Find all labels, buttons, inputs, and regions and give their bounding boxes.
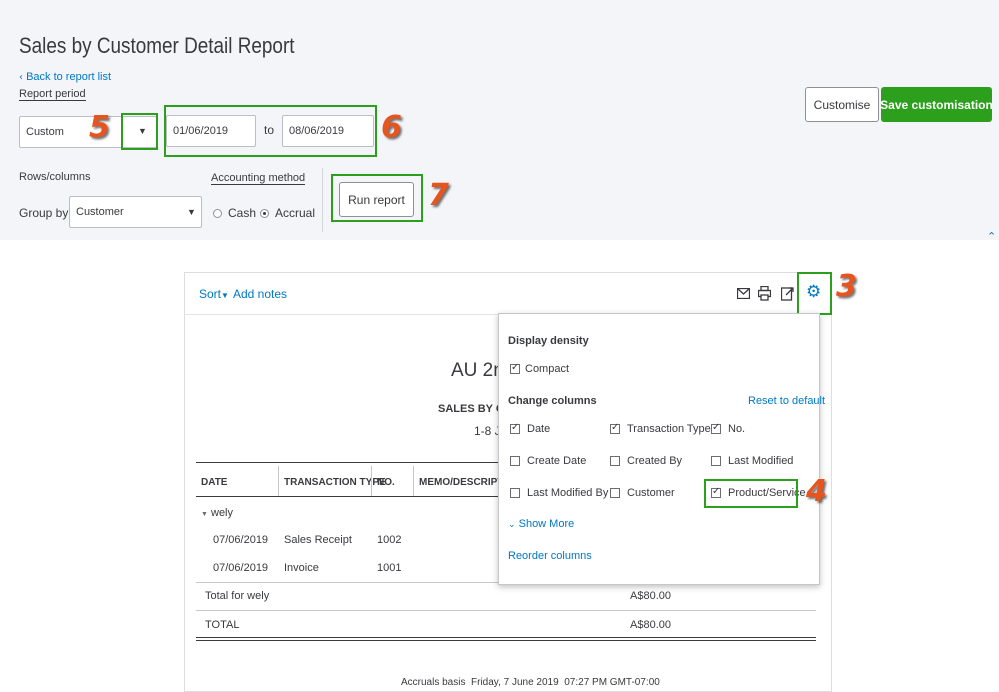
display-density-heading: Display density — [508, 335, 589, 347]
cell-date: 07/06/2019 — [213, 534, 269, 546]
total-group-amount[interactable]: A$80.00 — [630, 590, 671, 602]
highlight-date-range — [164, 105, 377, 157]
chevron-up-icon[interactable]: ⌃ — [987, 231, 996, 242]
step-5-marker: 5 — [89, 110, 110, 145]
transaction-type-column-label: Transaction Type — [627, 423, 711, 435]
page-title: Sales by Customer Detail Report — [19, 33, 295, 58]
group-name: wely — [211, 507, 234, 519]
date-column-label: Date — [527, 423, 551, 435]
back-to-report-list-link[interactable]: ‹ Back to report list — [19, 71, 111, 83]
divider — [322, 168, 323, 232]
highlight-period-dropdown — [121, 113, 158, 150]
accrual-radio[interactable] — [260, 209, 269, 218]
no-column-checkbox[interactable] — [711, 422, 721, 434]
customer-column-label: Customer — [627, 487, 675, 499]
settings-popup — [498, 313, 820, 585]
total-double-rule — [196, 637, 816, 638]
cell-no: 1001 — [377, 562, 402, 574]
step-6-marker: 6 — [381, 110, 402, 145]
step-4-marker: 4 — [806, 474, 827, 509]
cash-radio[interactable] — [213, 209, 222, 218]
date-column-checkbox[interactable] — [510, 422, 520, 434]
column-divider[interactable] — [278, 466, 279, 496]
column-header-no[interactable]: NO. — [377, 477, 395, 488]
cell-no: 1002 — [377, 534, 402, 546]
add-notes-link[interactable]: Add notes — [233, 287, 287, 301]
last-modified-column-checkbox[interactable] — [711, 456, 721, 466]
highlight-product-service — [704, 479, 798, 508]
caret-down-icon: ▼ — [187, 207, 196, 217]
cell-transaction-type[interactable]: Invoice — [284, 562, 319, 574]
column-divider[interactable] — [413, 466, 414, 496]
total-double-rule — [196, 640, 816, 641]
email-icon[interactable] — [737, 288, 750, 299]
chevron-left-icon: ‹ — [19, 72, 23, 83]
chevron-down-icon: ⌄ — [508, 519, 516, 529]
sort-label: Sort — [199, 287, 222, 301]
total-amount[interactable]: A$80.00 — [630, 619, 671, 631]
created-by-column-label: Created By — [627, 455, 683, 467]
accounting-method-label: Accounting method — [211, 172, 306, 185]
reorder-columns-link[interactable]: Reorder columns — [508, 550, 592, 562]
group-by-label: Group by — [19, 206, 69, 220]
compact-checkbox[interactable] — [510, 362, 520, 374]
step-7-marker: 7 — [428, 178, 449, 213]
step-3-marker: 3 — [836, 269, 857, 304]
report-period-value: Custom — [26, 126, 64, 138]
transaction-type-column-checkbox[interactable] — [610, 422, 620, 434]
report-footer: Accruals basis Friday, 7 June 2019 07:27… — [401, 677, 660, 688]
highlight-run-report — [331, 174, 423, 222]
create-date-column-label: Create Date — [527, 455, 587, 467]
customer-column-checkbox[interactable] — [610, 488, 620, 498]
cell-date: 07/06/2019 — [213, 562, 269, 574]
customise-button[interactable]: Customise — [805, 87, 879, 122]
show-more-label: Show More — [518, 518, 575, 530]
cash-label: Cash — [228, 206, 257, 220]
created-by-column-checkbox[interactable] — [610, 456, 620, 466]
divider — [184, 314, 498, 315]
compact-label: Compact — [525, 363, 570, 375]
cell-transaction-type[interactable]: Sales Receipt — [284, 534, 352, 546]
group-by-select[interactable]: Customer — [69, 196, 202, 228]
show-more-link[interactable]: ⌄ Show More — [508, 518, 574, 530]
reset-to-default-link[interactable]: Reset to default — [748, 395, 825, 407]
column-header-date[interactable]: DATE — [201, 477, 227, 488]
last-modified-column-label: Last Modified — [728, 455, 794, 467]
column-divider[interactable] — [371, 466, 372, 496]
last-modified-by-column-checkbox[interactable] — [510, 488, 520, 498]
export-icon[interactable] — [781, 286, 797, 301]
accrual-label: Accrual — [275, 206, 316, 220]
caret-down-icon: ▼ — [201, 511, 208, 518]
highlight-gear — [797, 272, 832, 315]
report-period-label: Report period — [19, 88, 86, 101]
print-icon[interactable] — [758, 286, 771, 301]
no-column-label: No. — [728, 423, 746, 435]
caret-down-icon: ▼ — [221, 291, 229, 300]
group-row-toggle[interactable]: ▼ wely — [201, 507, 233, 519]
back-link-label: Back to report list — [26, 71, 112, 83]
table-header-rule — [196, 496, 498, 497]
last-modified-by-column-label: Last Modified By — [527, 487, 609, 499]
group-by-value: Customer — [76, 206, 124, 218]
save-customisation-button[interactable]: Save customisation — [880, 87, 993, 122]
total-label: TOTAL — [205, 619, 240, 631]
sort-dropdown[interactable]: Sort▼ — [199, 287, 229, 301]
rows-columns-label: Rows/columns — [19, 171, 91, 183]
change-columns-heading: Change columns — [508, 395, 597, 407]
create-date-column-checkbox[interactable] — [510, 456, 520, 466]
table-row-rule — [196, 610, 816, 611]
total-group-label: Total for wely — [205, 590, 270, 602]
